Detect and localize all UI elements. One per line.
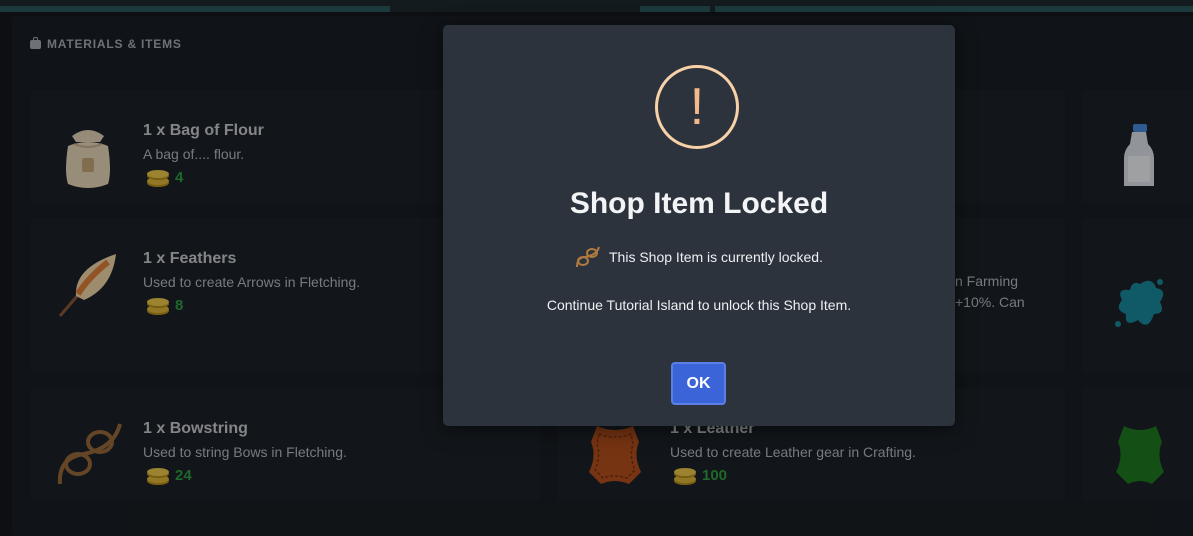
bowstring-icon xyxy=(576,246,600,268)
locked-dialog: ! Shop Item Locked This Shop Item is cur… xyxy=(443,25,955,426)
warning-icon: ! xyxy=(655,65,739,149)
dialog-message: This Shop Item is currently locked. xyxy=(609,249,823,265)
dialog-instruction: Continue Tutorial Island to unlock this … xyxy=(546,297,852,313)
dialog-title: Shop Item Locked xyxy=(569,187,829,220)
ok-button[interactable]: OK xyxy=(671,362,726,405)
dialog-message-line: This Shop Item is currently locked. xyxy=(443,245,955,269)
warning-glyph: ! xyxy=(689,78,705,136)
